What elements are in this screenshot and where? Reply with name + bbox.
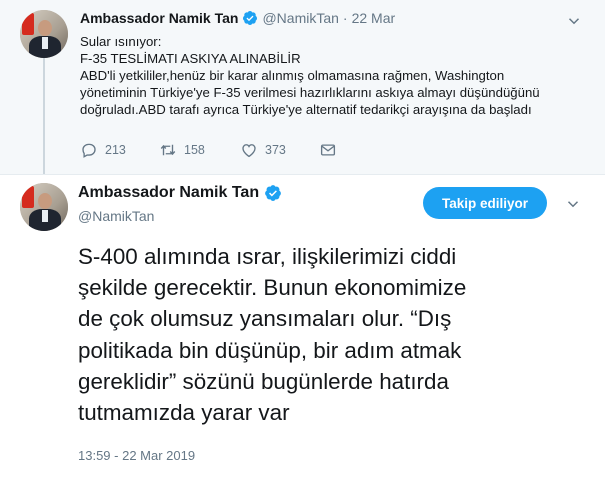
parent-text-line: yönetiminin Türkiye'ye F-35 verilmesi ha… [80,85,540,100]
parent-tweet[interactable]: Ambassador Namik Tan @NamikTan · 22 Mar … [0,0,605,174]
parent-text-line: ABD'li yetkililer,henüz bir karar alınmı… [80,68,505,83]
main-handle[interactable]: @NamikTan [78,208,154,224]
parent-text-line: Sular ısınıyor: [80,34,162,49]
parent-separator: · [342,10,348,26]
parent-text-line: F-35 TESLİMATI ASKIYA ALINABİLİR [80,51,301,66]
parent-text-line: doğruladı.ABD tarafı ayrıca Türkiye'ye a… [80,102,532,117]
main-tweet-text: S-400 alımında ısrar, ilişkilerimizi cid… [78,241,598,428]
parent-tweet-text: Sular ısınıyor: F-35 TESLİMATI ASKIYA AL… [80,33,590,118]
main-text-line: politikada bin düşünüp, bir adım atmak [78,337,462,363]
main-text-line: gereklidir” sözünü bugünlerde hatırda [78,368,449,394]
heart-icon [242,144,256,158]
main-text-line: şekilde gerecektir. Bunun ekonomimize [78,275,467,301]
retweet-icon [160,144,176,156]
reply-icon [82,143,96,158]
tweet-divider [0,174,605,175]
main-author-name[interactable]: Ambassador Namik Tan [78,184,259,202]
thread-connector-line [43,54,45,174]
parent-author-name[interactable]: Ambassador Namik Tan [80,10,238,26]
main-text-line: tutmamızda yarar var [78,400,290,426]
main-author-row: Ambassador Namik Tan [78,184,282,202]
parent-header: Ambassador Namik Tan @NamikTan · 22 Mar [80,10,395,26]
main-text-line: S-400 alımında ısrar, ilişkilerimizi cid… [78,244,457,269]
direct-message-button[interactable] [319,140,337,160]
verified-badge-icon [243,11,258,25]
parent-handle[interactable]: @NamikTan [262,10,338,26]
tweet-timestamp[interactable]: 13:59 - 22 Mar 2019 [78,448,195,463]
reply-button[interactable]: 213 [80,140,126,160]
like-button[interactable]: 373 [240,140,286,160]
envelope-icon [320,144,336,156]
following-button[interactable]: Takip ediliyor [423,187,547,219]
parent-date[interactable]: 22 Mar [352,10,396,26]
verified-badge-icon [265,185,281,201]
main-text-line: de çok olumsuz yansımaları olur. “Dış [78,306,452,332]
retweet-count: 158 [184,143,205,157]
chevron-down-icon[interactable] [565,12,583,30]
like-count: 373 [265,143,286,157]
chevron-down-icon[interactable] [564,195,582,213]
reply-count: 213 [105,143,126,157]
parent-avatar[interactable] [20,10,68,58]
retweet-button[interactable]: 158 [159,140,205,160]
main-avatar[interactable] [20,183,68,231]
